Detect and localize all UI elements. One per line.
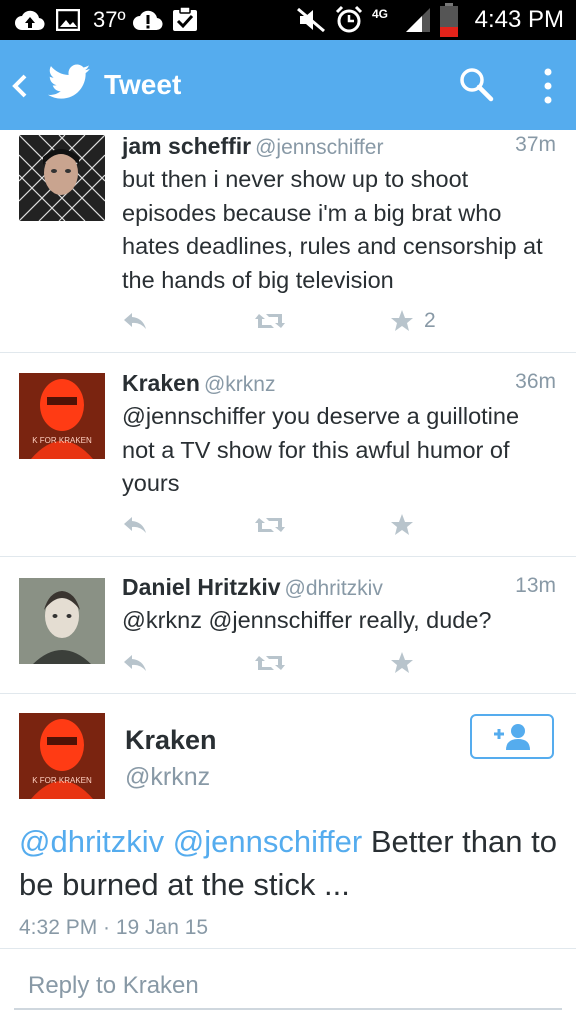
author-handle[interactable]: @jennschiffer [255, 136, 383, 159]
detail-avatar[interactable]: K FOR KRAKEN [19, 713, 105, 799]
tweet-text: @jennschiffer you deserve a guillotine n… [122, 403, 520, 496]
author-handle[interactable]: @dhritzkiv [285, 577, 383, 600]
tweet-actions: 2 [122, 306, 462, 336]
upload-icon [15, 10, 45, 31]
tweet-header: Kraken @krknz 36m [122, 370, 556, 397]
favorite-button[interactable] [390, 510, 414, 540]
reply-button[interactable] [122, 510, 148, 540]
tweet-time: 36m [515, 370, 556, 393]
page-title: Tweet [104, 69, 182, 100]
author-handle[interactable]: @krknz [204, 373, 276, 396]
detail-timestamp: 4:32 PM · 19 Jan 15 [19, 916, 209, 939]
tweet-actions [122, 648, 462, 678]
temperature: 37º [93, 7, 126, 32]
battery-icon [440, 3, 458, 37]
signal-icon [406, 8, 430, 32]
retweet-button[interactable] [254, 306, 286, 336]
retweet-icon [255, 314, 285, 328]
status-bar: 37º 4G 4:43 PM [0, 0, 576, 40]
star-icon [391, 514, 413, 535]
tweet-text: but then i never show up to shoot episod… [122, 166, 543, 293]
reply-icon [124, 655, 146, 671]
reply-button[interactable] [122, 306, 148, 336]
avatar[interactable] [19, 135, 105, 221]
tweet-item[interactable]: K FOR KRAKEN Kraken @krknz 36m @jennschif… [0, 353, 576, 557]
tweet-actions [122, 510, 462, 540]
mention-link[interactable]: @jennschiffer [173, 824, 362, 859]
twitter-bird-icon [48, 64, 90, 99]
mention-link[interactable]: @dhritzkiv [19, 824, 164, 859]
avatar-text: K FOR KRAKEN [32, 436, 92, 445]
author-name[interactable]: Daniel Hritzkiv [122, 574, 281, 600]
author-name[interactable]: Kraken [122, 370, 200, 396]
reply-button[interactable] [122, 648, 148, 678]
alarm-icon [335, 5, 363, 33]
tweet-header: Daniel Hritzkiv @dhritzkiv 13m [122, 574, 556, 601]
reply-icon [124, 517, 146, 533]
tweet-time: 37m [515, 133, 556, 156]
favorite-button[interactable] [390, 648, 414, 678]
avatar-text: K FOR KRAKEN [32, 776, 92, 785]
network-type: 4G [372, 7, 389, 21]
favorite-count: 2 [424, 309, 436, 332]
back-icon[interactable] [10, 72, 30, 100]
avatar[interactable] [19, 578, 105, 664]
detail-tweet-text: @dhritzkiv @jennschiffer Better than to … [19, 820, 559, 906]
reply-input[interactable]: Reply to Kraken [14, 962, 562, 1010]
clock: 4:43 PM [474, 6, 564, 33]
tweet-item[interactable]: jam scheffir @jennschiffer 37m but then i… [0, 130, 576, 353]
image-icon [56, 9, 80, 31]
tweet-time: 13m [515, 574, 556, 597]
tweet-text: @krknz @jennschiffer really, dude? [122, 607, 492, 633]
avatar[interactable]: K FOR KRAKEN [19, 373, 105, 459]
detail-author-name[interactable]: Kraken [125, 725, 217, 756]
author-name[interactable]: jam scheffir [122, 133, 251, 159]
alert-icon [133, 10, 163, 31]
divider [0, 948, 576, 949]
star-icon [391, 310, 413, 331]
retweet-button[interactable] [254, 510, 286, 540]
checklist-icon [173, 6, 197, 31]
retweet-button[interactable] [254, 648, 286, 678]
retweet-icon [255, 656, 285, 670]
overflow-menu-icon[interactable] [536, 66, 560, 106]
tweet-header: jam scheffir @jennschiffer 37m [122, 133, 556, 160]
follow-button[interactable] [470, 714, 554, 759]
reply-icon [124, 313, 146, 329]
action-bar: Tweet [0, 40, 576, 130]
mute-icon [297, 7, 325, 33]
detail-author-handle[interactable]: @krknz [125, 763, 210, 792]
star-icon [391, 652, 413, 673]
retweet-icon [255, 518, 285, 532]
add-user-icon [494, 723, 530, 750]
favorite-button[interactable]: 2 [390, 306, 436, 336]
tweet-item[interactable]: Daniel Hritzkiv @dhritzkiv 13m @krknz @je… [0, 557, 576, 694]
search-icon[interactable] [458, 66, 494, 102]
